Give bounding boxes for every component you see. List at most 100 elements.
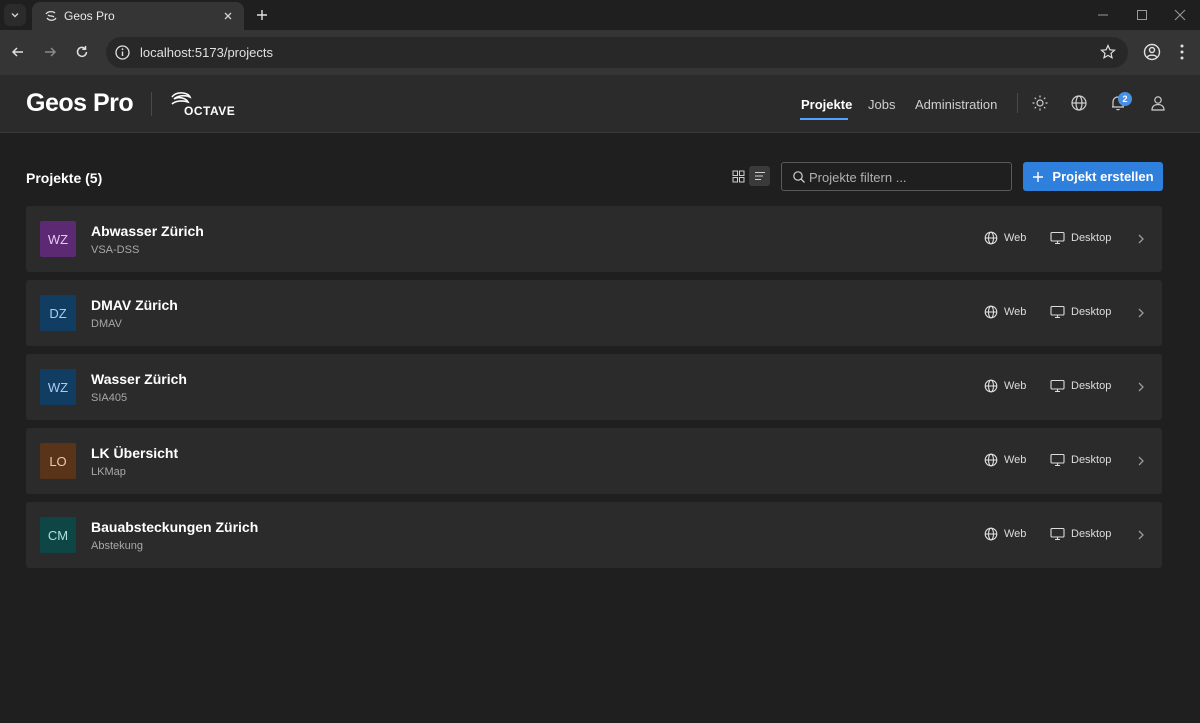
bookmark-star-icon[interactable]	[1100, 44, 1116, 60]
globe-icon	[984, 379, 998, 393]
search-icon	[793, 171, 805, 183]
grid-icon	[732, 170, 744, 182]
desktop-label: Desktop	[1071, 454, 1112, 466]
close-icon[interactable]	[220, 8, 236, 24]
open-web-link[interactable]: Web	[984, 527, 1026, 541]
minimize-button[interactable]	[1094, 6, 1112, 24]
project-model: DMAV	[91, 318, 122, 330]
window-close-button[interactable]	[1171, 6, 1189, 24]
notification-badge: 2	[1118, 92, 1132, 106]
header-separator	[1017, 93, 1018, 113]
web-label: Web	[1004, 454, 1027, 466]
web-label: Web	[1004, 380, 1027, 392]
project-row[interactable]: CM Bauabsteckungen Zürich Abstekung Web Desk…	[26, 502, 1162, 568]
page-title: Projekte (5)	[26, 170, 103, 186]
open-desktop-link[interactable]: Desktop	[1050, 379, 1111, 393]
project-avatar: WZ	[40, 221, 76, 257]
project-avatar: LO	[40, 443, 76, 479]
plus-icon	[257, 10, 267, 20]
grid-view-toggle[interactable]	[728, 166, 748, 186]
browser-toolbar: localhost:5173/projects	[0, 30, 1200, 75]
list-view-toggle[interactable]	[749, 166, 770, 186]
monitor-icon	[1050, 379, 1065, 393]
web-label: Web	[1004, 528, 1027, 540]
web-label: Web	[1004, 306, 1027, 318]
plus-icon	[1033, 171, 1044, 182]
url-text: localhost:5173/projects	[140, 45, 273, 60]
project-row[interactable]: DZ DMAV Zürich DMAV Web Desktop	[26, 280, 1162, 346]
globe-icon	[984, 453, 998, 467]
monitor-icon	[1050, 305, 1065, 319]
project-avatar: WZ	[40, 369, 76, 405]
back-button[interactable]	[8, 42, 28, 62]
tab-search-button[interactable]	[4, 4, 26, 26]
arrow-right-icon	[45, 47, 57, 57]
open-web-link[interactable]: Web	[984, 453, 1026, 467]
project-filter	[781, 162, 1012, 191]
chevron-right-icon[interactable]	[1136, 380, 1146, 394]
project-name: DMAV Zürich	[91, 297, 178, 313]
more-vertical-icon	[1180, 44, 1184, 60]
app-header: Geos Pro OCTAVE Projekte Jobs Administra…	[0, 75, 1200, 133]
open-web-link[interactable]: Web	[984, 231, 1026, 245]
chevron-right-icon[interactable]	[1136, 232, 1146, 246]
open-desktop-link[interactable]: Desktop	[1050, 305, 1111, 319]
project-avatar: CM	[40, 517, 76, 553]
chevron-down-icon	[11, 13, 19, 18]
project-avatar: DZ	[40, 295, 76, 331]
desktop-label: Desktop	[1071, 380, 1112, 392]
project-name: Wasser Zürich	[91, 371, 187, 387]
brand-title[interactable]: Geos Pro	[26, 89, 134, 118]
nav-jobs[interactable]: Jobs	[868, 97, 895, 112]
project-name: Abwasser Zürich	[91, 223, 204, 239]
desktop-label: Desktop	[1071, 306, 1112, 318]
tab-title: Geos Pro	[64, 9, 115, 23]
chevron-right-icon[interactable]	[1136, 454, 1146, 468]
open-desktop-link[interactable]: Desktop	[1050, 527, 1111, 541]
desktop-label: Desktop	[1071, 232, 1112, 244]
globe-icon	[984, 527, 998, 541]
project-row[interactable]: LO LK Übersicht LKMap Web Desktop	[26, 428, 1162, 494]
browser-tab[interactable]: Geos Pro	[32, 2, 244, 30]
project-model: SIA405	[91, 392, 128, 404]
list-icon	[754, 172, 765, 180]
desktop-label: Desktop	[1071, 528, 1112, 540]
user-icon[interactable]	[1149, 94, 1167, 112]
globe-icon[interactable]	[1070, 94, 1088, 112]
address-bar[interactable]: localhost:5173/projects	[106, 37, 1128, 68]
project-row[interactable]: WZ Wasser Zürich SIA405 Web Desktop	[26, 354, 1162, 420]
partner-logo-text: OCTAVE	[184, 104, 236, 118]
maximize-button[interactable]	[1133, 6, 1151, 24]
reload-icon	[76, 46, 88, 58]
create-project-button[interactable]: Projekt erstellen	[1023, 162, 1163, 191]
favicon-icon	[45, 10, 57, 21]
site-info-icon[interactable]	[114, 44, 131, 61]
browser-profile-icon[interactable]	[1142, 42, 1162, 62]
monitor-icon	[1050, 453, 1065, 467]
project-model: LKMap	[91, 466, 126, 478]
arrow-left-icon	[11, 47, 23, 57]
project-model: VSA-DSS	[91, 244, 140, 256]
close-icon	[1174, 9, 1186, 21]
open-desktop-link[interactable]: Desktop	[1050, 453, 1111, 467]
minimize-icon	[1098, 14, 1108, 16]
open-web-link[interactable]: Web	[984, 305, 1026, 319]
forward-button[interactable]	[40, 42, 60, 62]
create-project-label: Projekt erstellen	[1052, 169, 1154, 184]
project-name: LK Übersicht	[91, 445, 179, 461]
chevron-right-icon[interactable]	[1136, 306, 1146, 320]
nav-administration[interactable]: Administration	[915, 97, 997, 112]
new-tab-button[interactable]	[252, 5, 272, 25]
nav-projekte[interactable]: Projekte	[801, 97, 852, 112]
sun-icon[interactable]	[1031, 94, 1049, 112]
open-desktop-link[interactable]: Desktop	[1050, 231, 1111, 245]
browser-menu-button[interactable]	[1176, 42, 1188, 62]
globe-icon	[984, 231, 998, 245]
open-web-link[interactable]: Web	[984, 379, 1026, 393]
search-input[interactable]	[809, 167, 1005, 187]
web-label: Web	[1004, 232, 1027, 244]
globe-icon	[984, 305, 998, 319]
reload-button[interactable]	[72, 42, 92, 62]
chevron-right-icon[interactable]	[1136, 528, 1146, 542]
project-row[interactable]: WZ Abwasser Zürich VSA-DSS Web Desktop	[26, 206, 1162, 272]
